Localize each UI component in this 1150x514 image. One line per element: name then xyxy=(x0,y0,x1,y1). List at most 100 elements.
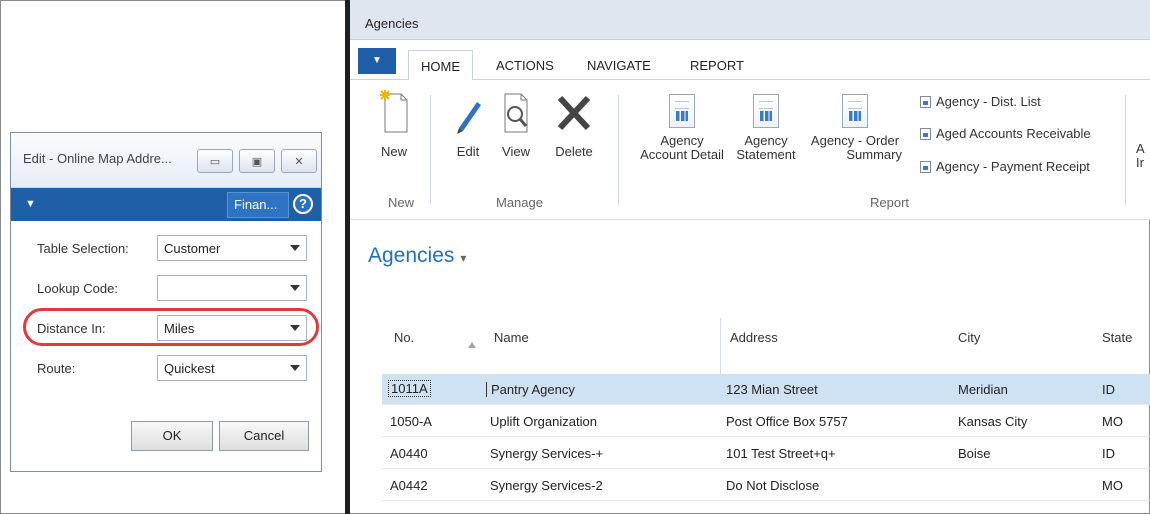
app-menu-dropdown-icon[interactable]: ▼ xyxy=(358,48,396,74)
group-report-label: Report xyxy=(870,195,910,210)
cell-name: Pantry Agency xyxy=(486,382,575,397)
new-label: New xyxy=(380,144,407,159)
cell-city: Meridian xyxy=(958,382,1008,397)
chevron-down-icon xyxy=(290,245,300,251)
dialog-title-bar: Edit - Online Map Addre... ▭ ▣ ✕ xyxy=(11,133,321,188)
dialog-ribbon: ▼ Finan... ? xyxy=(11,188,321,221)
report-icon xyxy=(920,161,931,173)
aged-accounts-receivable-label: Aged Accounts Receivable xyxy=(936,126,1091,141)
close-button[interactable]: ✕ xyxy=(281,149,317,173)
dialog-title: Edit - Online Map Addre... xyxy=(23,151,172,166)
delete-button[interactable]: Delete xyxy=(550,88,598,159)
close-icon: ✕ xyxy=(294,155,304,168)
column-header-state[interactable]: State xyxy=(1102,330,1132,345)
cut-off-ribbon-button[interactable]: A Ir xyxy=(1136,142,1150,170)
edit-online-map-dialog: Edit - Online Map Addre... ▭ ▣ ✕ ▼ Finan… xyxy=(10,132,322,472)
report-icon xyxy=(920,96,931,108)
column-header-name[interactable]: Name xyxy=(494,330,529,345)
agency-payment-receipt-label: Agency - Payment Receipt xyxy=(936,159,1090,174)
new-document-icon xyxy=(380,90,408,133)
cut-off-label-1: A xyxy=(1136,141,1145,156)
ribbon-separator xyxy=(430,95,431,205)
sort-ascending-icon xyxy=(468,342,476,348)
help-icon[interactable]: ? xyxy=(293,194,313,214)
cell-no: 1011A xyxy=(388,380,431,397)
report-icon xyxy=(669,94,695,128)
delete-x-icon xyxy=(557,95,591,131)
cell-state: ID xyxy=(1102,446,1115,461)
maximize-button[interactable]: ▣ xyxy=(239,149,275,173)
page-title[interactable]: Agencies ▾ xyxy=(368,244,466,268)
tab-report[interactable]: REPORT xyxy=(690,58,744,73)
dialog-menu-dropdown-icon[interactable]: ▼ xyxy=(25,198,36,210)
ribbon-tab-bar: ▼ HOME ACTIONS NAVIGATE REPORT xyxy=(350,40,1150,83)
column-header-city[interactable]: City xyxy=(958,330,980,345)
column-divider xyxy=(720,318,721,374)
edit-button[interactable]: Edit xyxy=(448,88,488,159)
cell-address: 101 Test Street+q+ xyxy=(726,446,836,461)
cancel-button[interactable]: Cancel xyxy=(219,421,309,451)
table-row[interactable]: A0442 Synergy Services-2 Do Not Disclose… xyxy=(382,470,1150,501)
route-value: Quickest xyxy=(164,361,215,376)
app-title-bar: Agencies xyxy=(350,0,1150,40)
maximize-icon: ▣ xyxy=(251,155,263,168)
cell-address: Do Not Disclose xyxy=(726,478,820,493)
dialog-body: Table Selection: Customer Lookup Code: D… xyxy=(11,221,321,471)
report-label-line2: Account Detail xyxy=(640,147,724,162)
report-label-line1: Agency xyxy=(744,133,788,148)
lookup-code-row: Lookup Code: xyxy=(31,275,311,305)
agency-order-summary-button[interactable]: Agency - Order Summary xyxy=(802,94,908,162)
view-document-icon xyxy=(504,93,528,133)
cell-state: MO xyxy=(1102,478,1123,493)
table-selection-label: Table Selection: xyxy=(37,241,129,256)
finance-button[interactable]: Finan... xyxy=(227,192,289,218)
column-header-address[interactable]: Address xyxy=(730,330,778,345)
cell-state: ID xyxy=(1102,382,1115,397)
ribbon-separator xyxy=(1125,95,1126,205)
route-row: Route: Quickest xyxy=(31,355,311,385)
route-label: Route: xyxy=(37,361,76,376)
view-button[interactable]: View xyxy=(496,88,536,159)
chevron-down-icon xyxy=(290,365,300,371)
report-label-line1: Agency xyxy=(660,133,704,148)
tab-home[interactable]: HOME xyxy=(408,50,473,83)
agency-dist-list-button[interactable]: Agency - Dist. List xyxy=(920,94,1041,109)
cell-state: MO xyxy=(1102,414,1123,429)
ribbon: New New Edit View Delete Manage Agency A… xyxy=(350,80,1150,220)
tab-actions[interactable]: ACTIONS xyxy=(496,58,554,73)
tab-navigate[interactable]: NAVIGATE xyxy=(587,58,651,73)
pencil-icon xyxy=(457,102,481,134)
table-selection-row: Table Selection: Customer xyxy=(31,235,311,265)
ok-button[interactable]: OK xyxy=(131,421,213,451)
cut-off-label-2: Ir xyxy=(1136,155,1144,170)
agency-dist-list-label: Agency - Dist. List xyxy=(936,94,1041,109)
table-selection-dropdown[interactable]: Customer xyxy=(157,235,307,261)
column-header-no[interactable]: No. xyxy=(394,330,414,345)
agency-statement-button[interactable]: Agency Statement xyxy=(728,94,804,162)
cell-name: Synergy Services-+ xyxy=(490,446,604,461)
delete-label: Delete xyxy=(555,144,593,159)
table-row[interactable]: A0440 Synergy Services-+ 101 Test Street… xyxy=(382,438,1150,469)
page-title-text: Agencies xyxy=(368,244,455,267)
report-label-line2: Summary xyxy=(846,147,902,162)
aged-accounts-receivable-button[interactable]: Aged Accounts Receivable xyxy=(920,126,1091,141)
report-icon xyxy=(920,128,931,140)
ribbon-separator xyxy=(618,95,619,205)
agency-payment-receipt-button[interactable]: Agency - Payment Receipt xyxy=(920,159,1090,174)
lookup-code-dropdown[interactable] xyxy=(157,275,307,301)
minimize-button[interactable]: ▭ xyxy=(197,149,233,173)
table-row[interactable]: 1050-A Uplift Organization Post Office B… xyxy=(382,406,1150,437)
table-row[interactable]: 1011A Pantry Agency 123 Mian Street Meri… xyxy=(382,374,1150,405)
cell-address: Post Office Box 5757 xyxy=(726,414,848,429)
agency-account-detail-button[interactable]: Agency Account Detail xyxy=(632,94,732,162)
cell-name: Uplift Organization xyxy=(490,414,597,429)
group-new-label: New xyxy=(388,195,415,210)
route-dropdown[interactable]: Quickest xyxy=(157,355,307,381)
chevron-down-icon xyxy=(290,285,300,291)
app-title: Agencies xyxy=(365,16,419,31)
view-label: View xyxy=(502,144,530,159)
chevron-down-icon[interactable]: ▾ xyxy=(460,251,466,265)
edit-label: Edit xyxy=(456,144,480,159)
new-button[interactable]: New xyxy=(372,88,416,159)
report-label-line1: Agency - Order xyxy=(810,133,900,148)
